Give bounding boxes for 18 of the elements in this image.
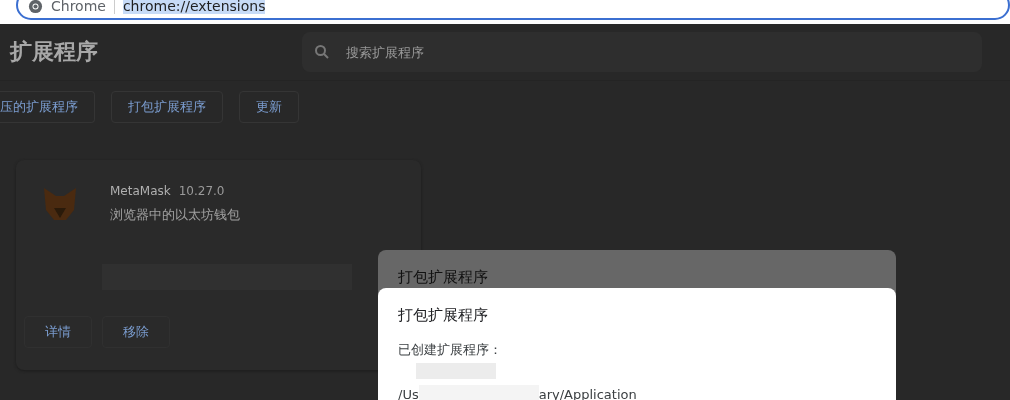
search-icon	[314, 44, 330, 60]
extension-name: MetaMask	[110, 184, 171, 198]
extension-version: 10.27.0	[178, 184, 225, 198]
address-field[interactable]: Chrome chrome://extensions	[16, 0, 1010, 20]
dialog-message: 已创建扩展程序：	[398, 341, 503, 359]
card-button[interactable]: 移除	[102, 316, 170, 348]
toolbar-button[interactable]: 打包扩展程序	[111, 91, 223, 123]
dialog-title: 打包扩展程序	[398, 306, 489, 325]
url-text: chrome://extensions	[122, 0, 266, 14]
search-field[interactable]: 搜索扩展程序	[302, 32, 982, 72]
page-title: 扩展程序	[10, 38, 99, 66]
site-label: Chrome	[51, 0, 106, 14]
path-text: /Us	[398, 386, 419, 400]
toolbar-button[interactable]: 压的扩展程序	[0, 91, 95, 123]
card-button[interactable]: 详情	[24, 316, 92, 348]
dialog-title: 打包扩展程序	[398, 268, 489, 287]
toolbar-button[interactable]: 更新	[239, 91, 299, 123]
extension-description: 浏览器中的以太坊钱包	[110, 206, 240, 224]
